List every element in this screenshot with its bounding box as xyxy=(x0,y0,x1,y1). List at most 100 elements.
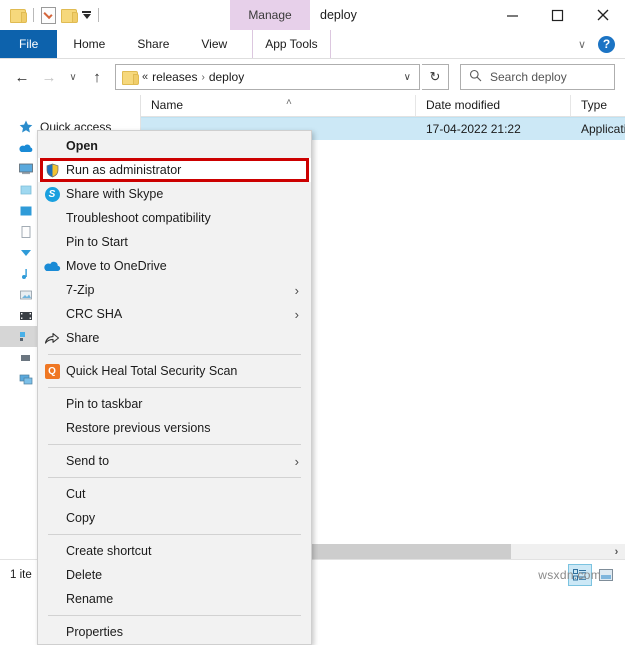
onedrive-icon xyxy=(18,140,34,156)
column-header-date-modified[interactable]: Date modified xyxy=(416,95,571,116)
menu-separator xyxy=(48,354,301,355)
menu-item-share-with-skype[interactable]: S Share with Skype xyxy=(38,182,311,206)
menu-item-quick-heal-scan-label: Quick Heal Total Security Scan xyxy=(66,364,238,378)
breadcrumb-separator-icon: › xyxy=(201,71,205,83)
menu-item-share-label: Share xyxy=(66,331,100,345)
tab-view[interactable]: View xyxy=(185,30,243,58)
submenu-arrow-icon: › xyxy=(294,282,299,298)
breadcrumb-item-releases[interactable]: releases xyxy=(152,70,197,84)
menu-item-7-zip-label: 7-Zip xyxy=(66,283,95,297)
new-folder-icon[interactable] xyxy=(61,8,78,23)
search-box[interactable]: Search deploy xyxy=(460,64,615,90)
menu-item-share[interactable]: Share xyxy=(38,326,311,350)
menu-item-properties[interactable]: Properties xyxy=(38,620,311,644)
context-menu: Open Run as administrator S Share with S… xyxy=(37,130,312,645)
menu-item-pin-to-start[interactable]: Pin to Start xyxy=(38,230,311,254)
drive-icon xyxy=(18,182,34,198)
menu-item-rename-label: Rename xyxy=(66,592,114,606)
minimize-button[interactable] xyxy=(490,0,535,30)
file-explorer-window: Manage deploy File Home Share View App T… xyxy=(0,0,625,645)
tab-share-label: Share xyxy=(137,37,170,51)
menu-item-restore-previous-versions-label: Restore previous versions xyxy=(66,421,211,435)
menu-separator xyxy=(48,534,301,535)
folder-icon xyxy=(18,203,34,219)
breadcrumb-dropdown-icon[interactable]: ∨ xyxy=(398,72,417,83)
breadcrumb-overflow-icon[interactable]: « xyxy=(142,71,148,83)
tab-home-label: Home xyxy=(73,37,106,51)
toolbar-divider-2 xyxy=(98,8,99,22)
column-header-type[interactable]: Type xyxy=(571,95,625,116)
maximize-button[interactable] xyxy=(535,0,580,30)
menu-item-troubleshoot-compatibility-label: Troubleshoot compatibility xyxy=(66,211,211,225)
tab-app-tools[interactable]: App Tools xyxy=(252,30,331,58)
close-button[interactable] xyxy=(580,0,625,30)
submenu-arrow-icon: › xyxy=(294,306,299,322)
breadcrumb-item-deploy[interactable]: deploy xyxy=(209,70,244,84)
this-pc-icon xyxy=(18,161,34,177)
menu-item-share-with-skype-label: Share with Skype xyxy=(66,187,164,201)
customize-dropdown-icon[interactable] xyxy=(82,11,91,19)
downloads-icon xyxy=(18,245,34,261)
recent-locations-button[interactable]: ∨ xyxy=(64,64,82,90)
menu-item-quick-heal-scan[interactable]: Q Quick Heal Total Security Scan xyxy=(38,359,311,383)
menu-item-pin-to-taskbar-label: Pin to taskbar xyxy=(66,397,143,411)
tab-file[interactable]: File xyxy=(0,30,58,58)
documents-icon xyxy=(18,224,34,240)
menu-item-open[interactable]: Open xyxy=(38,134,311,158)
menu-item-troubleshoot-compatibility[interactable]: Troubleshoot compatibility xyxy=(38,206,311,230)
cell-type: Application xyxy=(581,122,625,136)
scroll-right-icon[interactable]: › xyxy=(608,546,625,558)
menu-item-delete[interactable]: Delete xyxy=(38,563,311,587)
chevron-down-icon[interactable]: ∨ xyxy=(574,38,590,51)
menu-separator xyxy=(48,477,301,478)
menu-item-crc-sha[interactable]: CRC SHA › xyxy=(38,302,311,326)
tab-file-label: File xyxy=(19,37,39,51)
folder-icon[interactable] xyxy=(10,8,27,23)
item-count-label: 1 ite xyxy=(10,569,32,581)
tab-view-label: View xyxy=(201,37,228,51)
tab-app-tools-label: App Tools xyxy=(265,37,318,51)
menu-item-create-shortcut[interactable]: Create shortcut xyxy=(38,539,311,563)
column-header-date-label: Date modified xyxy=(426,98,501,112)
breadcrumb-folder-icon xyxy=(122,70,139,85)
menu-item-cut[interactable]: Cut xyxy=(38,482,311,506)
menu-item-7-zip[interactable]: 7-Zip › xyxy=(38,278,311,302)
properties-icon[interactable] xyxy=(41,6,56,24)
forward-button[interactable]: → xyxy=(37,64,61,90)
column-headers: Name ˄ Date modified Type xyxy=(141,95,625,117)
manage-tab-label: Manage xyxy=(248,8,292,22)
watermark: wsxdn.com xyxy=(538,568,601,582)
up-button[interactable]: ↑ xyxy=(85,64,109,90)
tab-home[interactable]: Home xyxy=(57,30,121,58)
menu-separator xyxy=(48,387,301,388)
menu-item-copy[interactable]: Copy xyxy=(38,506,311,530)
menu-item-properties-label: Properties xyxy=(66,625,123,639)
menu-item-send-to[interactable]: Send to › xyxy=(38,449,311,473)
window-title: deploy xyxy=(320,8,357,22)
network-icon xyxy=(18,371,34,387)
menu-item-restore-previous-versions[interactable]: Restore previous versions xyxy=(38,416,311,440)
menu-item-delete-label: Delete xyxy=(66,568,103,582)
menu-item-pin-to-taskbar[interactable]: Pin to taskbar xyxy=(38,392,311,416)
menu-item-send-to-label: Send to xyxy=(66,454,110,468)
uac-shield-icon xyxy=(38,163,66,178)
search-input[interactable]: Search deploy xyxy=(490,70,567,84)
breadcrumb[interactable]: « releases › deploy ∨ xyxy=(115,64,420,90)
menu-item-rename[interactable]: Rename xyxy=(38,587,311,611)
onedrive-icon xyxy=(38,260,66,272)
refresh-button[interactable]: ↻ xyxy=(422,64,449,90)
pictures-icon xyxy=(18,287,34,303)
help-icon[interactable]: ? xyxy=(598,35,615,53)
menu-item-run-as-administrator[interactable]: Run as administrator xyxy=(38,158,311,182)
manage-contextual-tab[interactable]: Manage xyxy=(230,0,310,30)
menu-separator xyxy=(48,444,301,445)
sort-ascending-icon: ˄ xyxy=(286,97,292,108)
column-header-name[interactable]: Name ˄ xyxy=(141,95,416,116)
disk-icon xyxy=(18,350,34,366)
back-button[interactable]: ← xyxy=(10,64,34,90)
share-icon xyxy=(38,331,66,345)
menu-item-create-shortcut-label: Create shortcut xyxy=(66,544,152,558)
tab-share[interactable]: Share xyxy=(121,30,185,58)
menu-item-move-to-onedrive[interactable]: Move to OneDrive xyxy=(38,254,311,278)
menu-item-open-label: Open xyxy=(66,139,98,153)
